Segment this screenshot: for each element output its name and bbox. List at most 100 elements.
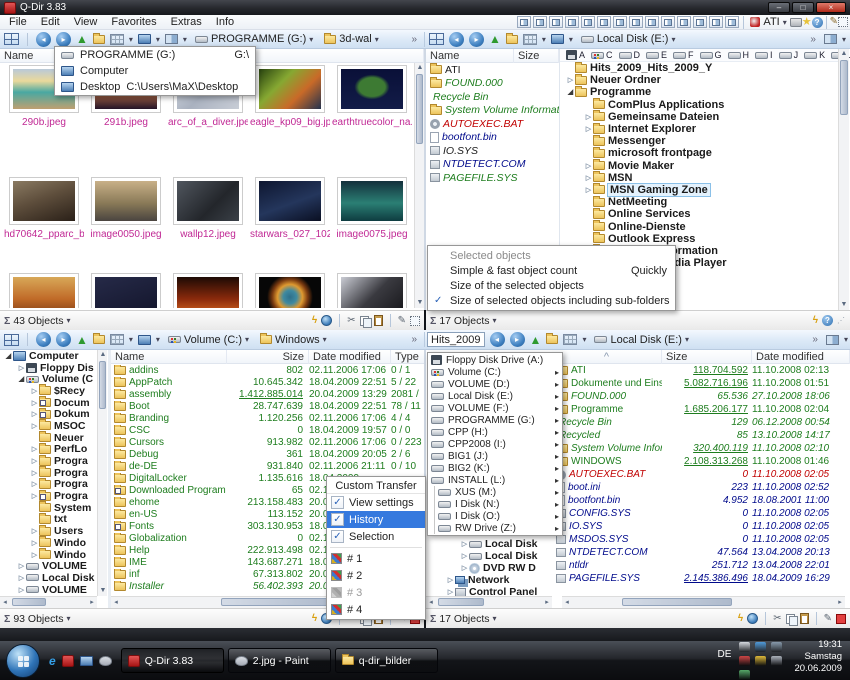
view-mode-icon[interactable] <box>563 334 578 345</box>
favorites-star-icon[interactable]: ★ <box>802 16 812 28</box>
open-folder-icon[interactable] <box>546 333 559 344</box>
collapsed-arrow-icon[interactable]: ▷ <box>566 76 575 84</box>
tree-item[interactable]: ▷ Internet Explorer <box>560 122 838 135</box>
view-mode-icon[interactable] <box>522 33 537 45</box>
thumbnail-item[interactable]: starwars_027_1024.... <box>250 177 330 240</box>
bl-drive-combo[interactable]: Volume (C:) ▾ <box>165 334 252 346</box>
collapsed-arrow-icon[interactable]: ▷ <box>30 399 39 407</box>
taskbar-task[interactable]: Q-Dir 3.83 <box>120 648 224 673</box>
selected-objects-option[interactable]: Size of the selected objects <box>428 278 675 293</box>
file-row[interactable]: IO.SYS 0 11.10.2008 02:05 <box>552 520 850 533</box>
file-row[interactable]: Programme 1.685.206.177 11.10.2008 02:04 <box>552 403 850 416</box>
tray-display-icon[interactable] <box>739 669 751 680</box>
file-row[interactable]: MSDOS.SYS 0 11.10.2008 02:05 <box>552 533 850 546</box>
collapsed-arrow-icon[interactable]: ▷ <box>446 588 455 596</box>
layout-preset-button[interactable] <box>533 16 548 28</box>
expanded-arrow-icon[interactable]: ◢ <box>17 375 26 383</box>
file-row[interactable]: CSC 0 18.04.2009 19:57 0 / 0 <box>111 424 425 436</box>
help-icon[interactable]: ? <box>822 315 833 326</box>
layout-preset-button[interactable] <box>565 16 580 28</box>
tree-item[interactable]: microsoft frontpage <box>560 146 838 159</box>
up-folder-icon[interactable]: ▲ <box>76 333 88 347</box>
expanded-arrow-icon[interactable]: ◢ <box>4 352 13 360</box>
column-header-row[interactable]: ^ Size Date modified <box>552 350 850 364</box>
drive-menu-item[interactable]: BIG1 (J:) ▸ <box>428 450 562 462</box>
collapsed-arrow-icon[interactable]: ▷ <box>460 540 469 548</box>
drive-menu-item[interactable]: XUS (M:) ▸ <box>434 486 562 498</box>
taskbar-task[interactable]: 2.jpg - Paint <box>227 648 331 673</box>
drive-menu-item[interactable]: CPP (H:) ▸ <box>428 426 562 438</box>
file-row[interactable]: de-DE 931.840 02.11.2006 21:11 0 / 10 <box>111 460 425 472</box>
file-row[interactable]: AppPatch 10.645.342 18.04.2009 22:51 5 / 22 <box>111 376 425 388</box>
menu-item-favorites[interactable]: Favorites <box>104 15 163 30</box>
thumbnail-item[interactable]: image0050.jpeg <box>86 177 166 240</box>
tree-item[interactable]: ▷ Gemeinsame Dateien <box>560 110 838 123</box>
collapsed-arrow-icon[interactable]: ▷ <box>30 445 39 453</box>
up-folder-icon[interactable]: ▲ <box>530 333 542 347</box>
tree-item[interactable]: ▷ Network <box>426 574 561 586</box>
collapsed-arrow-icon[interactable]: ▷ <box>17 562 26 570</box>
drive-menu-item[interactable]: Floppy Disk Drive (A:) <box>428 354 562 366</box>
up-folder-icon[interactable]: ▲ <box>489 32 501 46</box>
column-header-row[interactable]: Name Size <box>426 49 559 63</box>
cut-icon[interactable]: ✂ <box>347 315 355 326</box>
layout-preset-button[interactable] <box>661 16 676 28</box>
menu-item-edit[interactable]: Edit <box>34 15 67 30</box>
tree-item[interactable]: ▷ MSOC <box>0 419 108 432</box>
tree-item[interactable]: txt <box>0 512 108 525</box>
tree-item[interactable]: ▷ MSN Gaming Zone <box>560 182 838 197</box>
tree-item[interactable]: ▷ Windo <box>0 548 108 561</box>
collapsed-arrow-icon[interactable]: ▷ <box>17 364 26 372</box>
drive-tab-J[interactable]: J <box>777 50 801 60</box>
file-row[interactable]: addins 802 02.11.2006 17:06 0 / 1 <box>111 364 425 376</box>
tr-drive-combo[interactable]: Local Disk (E:) ▾ <box>578 33 679 45</box>
back-button[interactable]: ◂ <box>36 332 51 347</box>
drive-menu-item[interactable]: PROGRAMME (G:) ▸ <box>428 414 562 426</box>
tray-network-icon[interactable] <box>771 641 783 652</box>
layout-preset-button[interactable] <box>581 16 596 28</box>
tree-item[interactable]: ▷ Progra <box>0 489 108 502</box>
tree-item[interactable]: ▷ Dokum <box>0 407 108 420</box>
select-icon-active[interactable] <box>836 613 846 624</box>
tree-item[interactable]: ▷ Local Disk <box>426 550 561 562</box>
drive-tab-E[interactable]: E <box>644 50 669 60</box>
collapsed-arrow-icon[interactable]: ▷ <box>30 457 39 465</box>
collapsed-arrow-icon[interactable]: ▷ <box>30 527 39 535</box>
pane-select-icon[interactable] <box>825 334 839 345</box>
bl-tree-vscroll[interactable]: ▲ ▼ <box>97 350 107 596</box>
drive-tab-C[interactable]: C <box>589 50 615 60</box>
ati-menu[interactable]: ATI ▾ <box>747 16 789 28</box>
collapsed-arrow-icon[interactable]: ▷ <box>30 539 39 547</box>
collapsed-arrow-icon[interactable]: ▷ <box>584 113 593 121</box>
tree-item[interactable]: ◢ Programme <box>560 85 838 98</box>
menu-item-extras[interactable]: Extras <box>164 15 209 30</box>
taskbar-task[interactable]: q-dir_bilder <box>334 648 438 673</box>
transfer-option-history[interactable]: ✓ History <box>327 511 425 528</box>
file-row[interactable]: Recycle Bin <box>426 90 559 104</box>
qdir-quicklaunch-icon[interactable] <box>61 654 74 667</box>
thumbnail-item[interactable] <box>86 273 166 308</box>
collapsed-arrow-icon[interactable]: ▷ <box>446 576 455 584</box>
drive-tab-D[interactable]: D <box>617 50 643 60</box>
drive-tab-I[interactable]: I <box>753 50 775 60</box>
tree-item[interactable]: NetMeeting <box>560 195 838 208</box>
tree-item[interactable]: Hits_2009_Hits_2009_Y <box>560 62 838 74</box>
copy-icon[interactable] <box>359 315 372 328</box>
drive-menu-item[interactable]: INSTALL (L:) ▸ <box>428 474 562 486</box>
open-folder-icon[interactable] <box>92 32 105 44</box>
drive-menu-item[interactable]: VOLUME (F:) ▸ <box>428 402 562 414</box>
drive-tab-H[interactable]: H <box>726 50 752 60</box>
drive-menu-item[interactable]: VOLUME (D:) ▸ <box>428 378 562 390</box>
tray-updates-icon[interactable] <box>755 641 767 652</box>
thumbnail-item[interactable] <box>4 273 84 308</box>
tray-security-alert-icon[interactable] <box>739 655 751 666</box>
layout-preset-button[interactable] <box>693 16 708 28</box>
collapsed-arrow-icon[interactable]: ▷ <box>30 469 39 477</box>
file-row[interactable]: assembly 1.412.885.014 20.04.2009 13:29 208… <box>111 388 425 400</box>
tree-item[interactable]: System <box>0 501 108 514</box>
file-row[interactable]: boot.ini 223 11.10.2008 02:52 <box>552 481 850 494</box>
layout-preset-button[interactable] <box>629 16 644 28</box>
br-tree-hscroll[interactable]: ◂ ▸ <box>426 596 552 608</box>
drive-tab-A[interactable]: A <box>564 50 587 60</box>
transfer-option-view-settings[interactable]: ✓ View settings <box>327 494 425 511</box>
